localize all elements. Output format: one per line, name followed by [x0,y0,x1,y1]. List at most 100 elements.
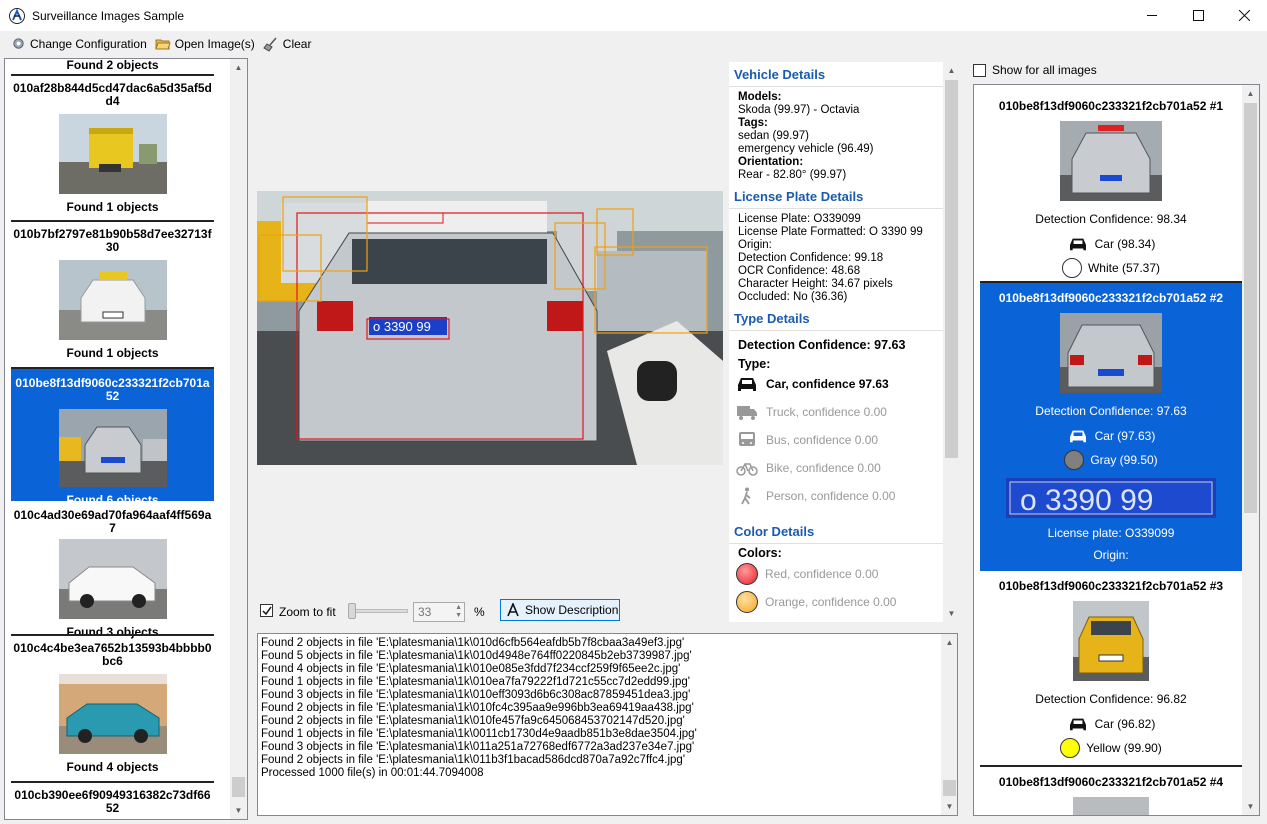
log-scrollbar[interactable]: ▲ ▼ [941,634,957,815]
clear-button[interactable]: Clear [263,36,311,52]
color-row-orange: Orange, confidence 0.00 [736,591,896,613]
car-icon [738,378,756,391]
scroll-up-icon[interactable]: ▲ [230,59,247,76]
scroll-thumb[interactable] [232,777,245,797]
close-button[interactable] [1221,0,1267,31]
scroll-thumb[interactable] [1244,103,1257,513]
divider [729,86,943,87]
object-color: White (57.37) [1087,261,1161,275]
models-label: Models: [738,91,782,103]
show-for-all-checkbox[interactable] [973,63,986,77]
details-scrollbar[interactable]: ▲ ▼ [943,62,960,622]
zoom-bar: Zoom to fit 33 ▲ ▼ % Show Description [252,598,726,624]
maximize-button[interactable] [1175,0,1221,31]
open-images-button[interactable]: Open Image(s) [155,36,255,52]
object-type: Car (96.82) [1094,717,1156,731]
type-label-bus: Bus, confidence 0.00 [766,433,879,447]
object-item-selected[interactable]: 010be8f13df9060c233321f2cb701a52 #2 Dete… [980,281,1242,571]
image-list-scrollbar[interactable]: ▲ ▼ [230,59,247,819]
surveillance-photo[interactable]: o 3390 99 [257,191,723,465]
log-line: Found 3 objects in file 'E:\platesmania\… [261,741,695,753]
thumbnail-blue-car [58,674,167,754]
thumbnail-white-car [58,260,167,340]
object-color: Yellow (99.90) [1086,741,1162,755]
scroll-thumb[interactable] [943,780,956,796]
color-row-red: Red, confidence 0.00 [736,563,878,585]
scroll-up-icon[interactable]: ▲ [1242,85,1259,102]
object-type: Car (97.63) [1094,429,1156,443]
log-output[interactable]: Found 2 objects in file 'E:\platesmania\… [257,633,958,816]
list-item-selected[interactable]: 010be8f13df9060c233321f2cb701a52 Found 6… [11,367,214,507]
zoom-to-fit-checkbox[interactable] [260,604,273,617]
plate-detail-line: Occluded: No (36.36) [738,291,848,303]
details-panel: Vehicle Details Models: Skoda (99.97) - … [729,62,960,622]
type-label-car: Car, confidence 97.63 [766,377,889,391]
bike-icon [736,463,758,476]
change-configuration-button[interactable]: Change Configuration [10,36,147,52]
image-list[interactable]: Found 2 objects 010af28b844d5cd47dac6a5d… [4,58,248,820]
spinner-arrows-icon[interactable]: ▲ ▼ [455,604,462,620]
plate-detail-line: OCR Confidence: 48.68 [738,265,861,277]
plate-detail-line: Detection Confidence: 99.18 [738,252,884,264]
list-item[interactable]: 010cb390ee6f90949316382c73df6652 [11,781,214,819]
gray-swatch [1064,450,1085,470]
show-for-all-label: Show for all images [992,63,1097,77]
zoom-slider-handle[interactable] [348,603,356,619]
list-item[interactable]: 010c4c4be3ea7652b13593b4bbbb0bc6 Found 4… [11,634,214,781]
plate-text: o 3390 99 [1020,484,1153,517]
zoom-slider-track[interactable] [348,609,408,613]
scroll-up-icon[interactable]: ▲ [941,634,957,651]
scroll-down-icon[interactable]: ▼ [941,798,957,815]
zoom-value-input[interactable]: 33 ▲ ▼ [413,602,465,622]
bus-icon [739,432,755,446]
object-list-scrollbar[interactable]: ▲ ▼ [1242,85,1259,815]
person-icon [741,487,751,505]
image-name: 010c4ad30e69ad70fa964aaf4ff569a7 [13,508,212,535]
list-item-partial[interactable]: Found 2 objects [11,59,214,72]
checkmark-icon [261,606,272,615]
type-label-bike: Bike, confidence 0.00 [766,461,881,475]
list-item[interactable]: 010c4ad30e69ad70fa964aaf4ff569a7 Found 3… [11,501,214,640]
maximize-icon [1192,10,1204,21]
log-line: Found 1 objects in file 'E:\platesmania\… [261,728,697,740]
image-name: 010b7bf2797e81b90b58d7ee32713f30 [13,227,212,254]
log-line: Found 4 objects in file 'E:\platesmania\… [261,663,681,675]
list-item[interactable]: 010af28b844d5cd47dac6a5d35af5dd4 Found 1… [11,74,214,220]
yellow-swatch [1060,738,1081,758]
scroll-down-icon[interactable]: ▼ [943,605,960,622]
object-name: 010be8f13df9060c233321f2cb701a52 #3 [998,579,1224,593]
detection-confidence: Detection Confidence: 98.34 [1035,212,1187,226]
minimize-icon [1146,15,1157,16]
found-count: Found 1 objects [66,200,159,214]
show-for-all-images[interactable]: Show for all images [973,63,1097,77]
car-icon [1069,430,1086,443]
separator [980,765,1242,767]
scroll-down-icon[interactable]: ▼ [230,802,247,819]
show-description-button[interactable]: Show Description [500,599,620,621]
list-item[interactable]: 010b7bf2797e81b90b58d7ee32713f30 Found 1… [11,220,214,367]
license-plate-details-header: License Plate Details [734,189,864,204]
thumbnail-truck [58,114,167,194]
show-description-label: Show Description [525,603,619,617]
letter-a-icon [507,603,519,617]
object-item[interactable]: 010be8f13df9060c233321f2cb701a52 #4 [980,765,1242,815]
image-viewer[interactable]: o 3390 99 [252,60,726,624]
object-item[interactable]: 010be8f13df9060c233321f2cb701a52 #1 Dete… [980,91,1242,281]
object-type: Car (98.34) [1094,237,1156,251]
scroll-thumb[interactable] [945,80,958,458]
gear-icon [10,36,26,52]
image-name: 010be8f13df9060c233321f2cb701a52 [15,376,210,403]
object-item[interactable]: 010be8f13df9060c233321f2cb701a52 #3 Dete… [980,571,1242,761]
scroll-up-icon[interactable]: ▲ [943,62,960,79]
type-row-bike: Bike, confidence 0.00 [736,459,881,477]
close-icon [1238,10,1250,21]
divider [729,543,943,544]
thumbnail-kia-car [58,539,167,619]
plate-detail-line: License Plate: O339099 [738,213,861,225]
object-list[interactable]: 010be8f13df9060c233321f2cb701a52 #1 Dete… [973,84,1260,816]
found-count: Found 4 objects [66,760,159,774]
minimize-button[interactable] [1129,0,1175,31]
scroll-down-icon[interactable]: ▼ [1242,798,1259,815]
object-thumbnail-police-car [1060,121,1162,201]
found-count: Found 2 objects [66,59,159,72]
